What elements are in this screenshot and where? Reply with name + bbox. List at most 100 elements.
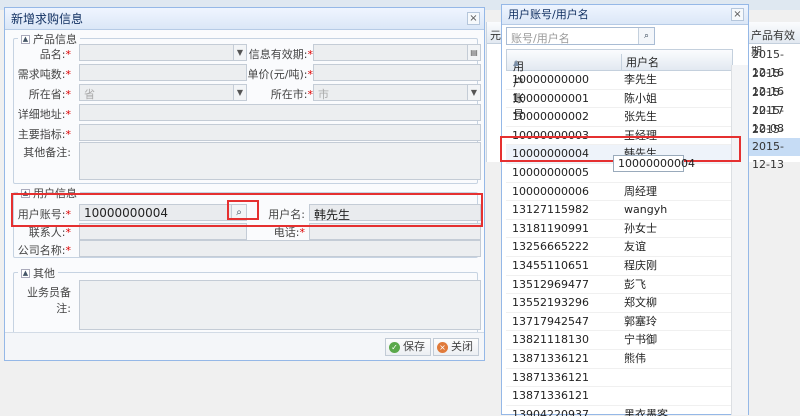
qty-input[interactable] — [79, 64, 247, 81]
collapse-icon[interactable]: ▲ — [21, 268, 30, 278]
add-purchase-dialog: 新增求购信息 × ▲ 产品信息 品名:* ▼ 信息有效期:* ▤ 需求吨数:* 单… — [4, 7, 485, 361]
user-account-cell: 13871336121 — [512, 389, 589, 403]
user-grid-row[interactable]: 10000000002 张先生 — [506, 108, 733, 127]
background-row: 2015-12-12 — [752, 123, 784, 154]
user-grid-row[interactable]: 13904220937 黑衣墨客 — [506, 406, 733, 416]
user-name-cell — [616, 387, 733, 405]
background-row: 2015-12-16 — [752, 48, 784, 79]
address-input[interactable] — [79, 104, 481, 121]
company-input[interactable] — [79, 240, 481, 257]
user-account-cell: 13512969477 — [512, 277, 589, 291]
user-name-cell: 张先生 — [624, 110, 657, 124]
salesman-textarea[interactable] — [79, 280, 481, 330]
province-label: 所在省:* — [28, 88, 71, 101]
user-name-cell: 周经理 — [624, 184, 657, 198]
user-grid-row[interactable]: 13127115982 wangyh — [506, 201, 733, 220]
user-name-cell: 黑衣墨客 — [624, 407, 668, 416]
city-placeholder: 市 — [318, 88, 329, 101]
user-account-cell: 13127115982 — [512, 203, 589, 217]
user-name-cell: 彭飞 — [624, 277, 646, 291]
user-name-cell: 陈小姐 — [624, 91, 657, 105]
price-input[interactable] — [313, 64, 481, 81]
user-account-cell: 13455110651 — [512, 258, 589, 272]
account-tooltip: 10000000004 — [613, 155, 695, 172]
user-grid-row[interactable]: 13821118130 宁书御 — [506, 331, 733, 350]
user-name-cell — [616, 369, 733, 387]
spec-label: 主要指标:* — [17, 128, 71, 141]
user-name-cell: 友谊 — [624, 240, 646, 254]
user-grid-row[interactable]: 13871336121 熊伟 — [506, 350, 733, 369]
user-grid-row[interactable]: 13871336121 — [506, 387, 733, 406]
save-label: 保存 — [403, 340, 425, 353]
close-button[interactable]: × 关闭 — [433, 338, 479, 356]
remark-label: 其他备注: — [23, 146, 71, 159]
valid-date-input[interactable]: ▤ — [313, 44, 481, 61]
user-account-cell: 13821118130 — [512, 333, 589, 347]
background-col-partial: 元 — [490, 29, 501, 42]
salesman-label: 业务员备注: — [27, 286, 71, 315]
user-grid-row[interactable]: 13181190991 孙女士 — [506, 220, 733, 239]
user-account-cell: 13552193296 — [512, 296, 589, 310]
user-account-cell: 13871336121 — [512, 370, 589, 384]
background-row: 2015-12-16 — [752, 67, 784, 98]
user-grid-row[interactable]: 13717942547 郭塞玲 — [506, 313, 733, 332]
user-grid-row[interactable]: 13455110651 程庆刚 — [506, 257, 733, 276]
qty-label: 需求吨数:* — [17, 68, 71, 81]
sort-asc-icon: ▲ — [513, 58, 520, 67]
close-icon[interactable]: × — [467, 12, 480, 25]
user-grid-row[interactable]: 13871336121 — [506, 369, 733, 388]
name-label: 品名:* — [39, 48, 71, 61]
user-dialog-title: 用户账号/用户名 — [508, 8, 589, 21]
price-label: 单价(元/吨):* — [247, 68, 314, 81]
dialog-footer: ✓ 保存 × 关闭 — [5, 332, 484, 360]
cancel-icon: × — [437, 341, 448, 353]
search-icon[interactable]: ⌕ — [638, 28, 654, 44]
product-legend[interactable]: ▲ 产品信息 — [18, 31, 80, 47]
company-label: 公司名称:* — [17, 244, 71, 257]
user-account-cell: 13256665222 — [512, 240, 589, 254]
collapse-icon[interactable]: ▲ — [21, 34, 30, 44]
user-grid-row[interactable]: 13256665222 友谊 — [506, 238, 733, 257]
save-button[interactable]: ✓ 保存 — [385, 338, 431, 356]
user-grid-row[interactable]: 13552193296 郑文柳 — [506, 294, 733, 313]
user-account-cell: 10000000001 — [512, 91, 589, 105]
user-name-cell: 熊伟 — [624, 351, 646, 365]
valid-label: 信息有效期:* — [248, 48, 313, 61]
other-legend[interactable]: ▲ 其他 — [18, 265, 58, 281]
calendar-icon[interactable]: ▤ — [467, 45, 480, 60]
user-grid-header: 用户账号 ▲ 用户名 — [506, 49, 733, 121]
user-account-cell: 13717942547 — [512, 314, 589, 328]
background-row: 2015-12-17 — [752, 86, 784, 117]
col-name-header[interactable]: 用户名 — [621, 54, 659, 70]
user-account-cell: 10000000006 — [512, 184, 589, 198]
user-account-cell: 10000000002 — [512, 110, 589, 124]
dialog-titlebar: 新增求购信息 × — [5, 8, 484, 30]
remark-textarea[interactable] — [79, 142, 481, 180]
user-search-input[interactable]: 账号/用户名 ⌕ — [506, 27, 655, 45]
user-name-cell: 郑文柳 — [624, 296, 657, 310]
user-dialog-titlebar: 用户账号/用户名 × — [502, 5, 748, 25]
close-label: 关闭 — [451, 340, 473, 353]
background-row-selected: 2015-12-13 — [748, 138, 800, 171]
city-select[interactable]: 市 ▼ — [313, 84, 481, 101]
user-account-cell: 13871336121 — [512, 351, 589, 365]
user-name-cell: 孙女士 — [624, 221, 657, 235]
chevron-down-icon[interactable]: ▼ — [467, 85, 480, 100]
user-account-cell: 10000000005 — [512, 165, 589, 179]
highlight-box-search — [227, 200, 259, 220]
name-select[interactable]: ▼ — [79, 44, 247, 61]
user-account-cell: 10000000000 — [512, 73, 589, 86]
user-grid-row[interactable]: 13512969477 彭飞 — [506, 276, 733, 295]
user-grid-row[interactable]: 10000000006 周经理 — [506, 183, 733, 202]
other-legend-label: 其他 — [33, 267, 55, 280]
close-icon[interactable]: × — [731, 8, 744, 21]
spec-input[interactable] — [79, 124, 481, 141]
user-grid-row[interactable]: 10000000001 陈小姐 — [506, 90, 733, 109]
background-row: 2015-12-08 — [752, 104, 784, 135]
user-grid-body: 10000000000 李先生 10000000001 陈小姐 10000000002 张… — [506, 71, 733, 416]
user-grid-scrollbar[interactable] — [731, 65, 748, 415]
province-select[interactable]: 省 ▼ — [79, 84, 247, 101]
user-grid-row[interactable]: 10000000000 李先生 — [506, 71, 733, 90]
user-name-cell: 程庆刚 — [624, 258, 657, 272]
user-lookup-dialog: 用户账号/用户名 × 账号/用户名 ⌕ 用户账号 ▲ 用户名 100000000… — [501, 4, 749, 416]
